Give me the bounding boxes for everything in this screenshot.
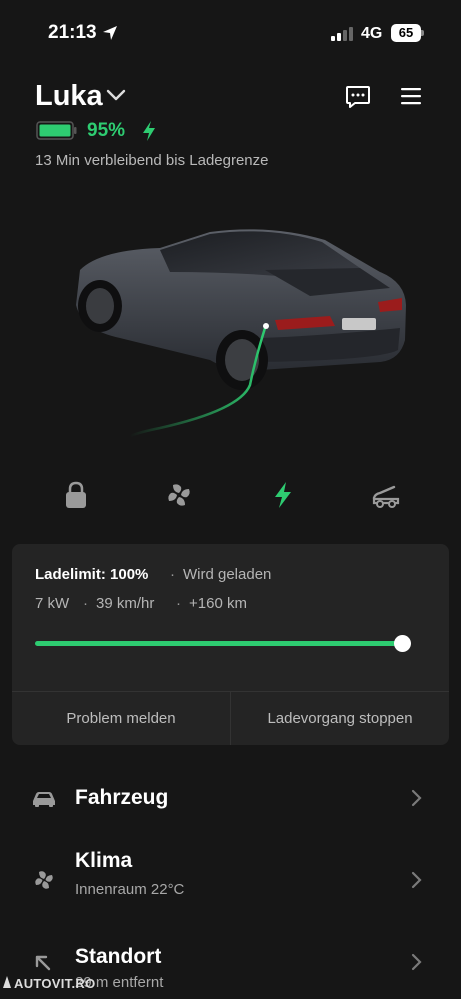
- phone-battery-nub: [421, 30, 424, 36]
- charge-limit-slider-handle[interactable]: [394, 635, 411, 652]
- watermark: AUTOVIT.RO: [14, 976, 96, 991]
- message-icon[interactable]: [345, 85, 371, 109]
- chevron-right-icon[interactable]: [410, 871, 422, 889]
- location-arrow-icon: [103, 26, 117, 40]
- chevron-right-icon[interactable]: [410, 953, 422, 971]
- stop-charging-button[interactable]: Ladevorgang stoppen: [231, 692, 449, 745]
- chevron-right-icon[interactable]: [410, 789, 422, 807]
- car-icon: [33, 792, 55, 807]
- menu-climate-title[interactable]: Klima: [75, 849, 132, 873]
- report-problem-button[interactable]: Problem melden: [12, 692, 230, 745]
- range-added: +160 km: [189, 595, 247, 612]
- car-charge-percent: 95%: [87, 120, 126, 141]
- separator-dot: ·: [83, 595, 88, 612]
- watermark-logo-icon: [3, 976, 11, 988]
- fan-icon[interactable]: [164, 480, 194, 510]
- charging-bolt-icon: [143, 121, 155, 141]
- phone-battery-icon: 65: [391, 24, 421, 42]
- charge-rate: 39 km/hr: [96, 595, 155, 612]
- location-arrow-icon: [35, 955, 51, 971]
- car-image: [76, 229, 406, 438]
- charge-limit-label: Ladelimit: 100%: [35, 566, 149, 583]
- network-type: 4G: [361, 25, 383, 42]
- fan-icon: [35, 871, 53, 889]
- menu-vehicle-title[interactable]: Fahrzeug: [75, 786, 168, 810]
- signal-strength-icon: [331, 26, 353, 41]
- lock-icon[interactable]: [61, 480, 91, 510]
- charge-bolt-icon[interactable]: [268, 480, 298, 510]
- menu-climate-subtitle: Innenraum 22°C: [75, 881, 185, 898]
- charging-state: Wird geladen: [183, 566, 272, 583]
- menu-location-title[interactable]: Standort: [75, 945, 161, 969]
- car-name[interactable]: Luka: [35, 80, 103, 113]
- car-battery-icon: [36, 121, 77, 140]
- separator-dot: ·: [170, 566, 175, 583]
- charge-power: 7 kW: [35, 595, 70, 612]
- hamburger-menu-icon[interactable]: [400, 86, 422, 106]
- charge-limit-slider-track[interactable]: [35, 641, 403, 646]
- trunk-icon[interactable]: [371, 480, 401, 510]
- charge-remaining-text: 13 Min verbleibend bis Ladegrenze: [35, 152, 269, 169]
- separator-dot: ·: [176, 595, 181, 612]
- status-time: 21:13: [48, 22, 97, 43]
- chevron-down-icon[interactable]: [106, 88, 126, 102]
